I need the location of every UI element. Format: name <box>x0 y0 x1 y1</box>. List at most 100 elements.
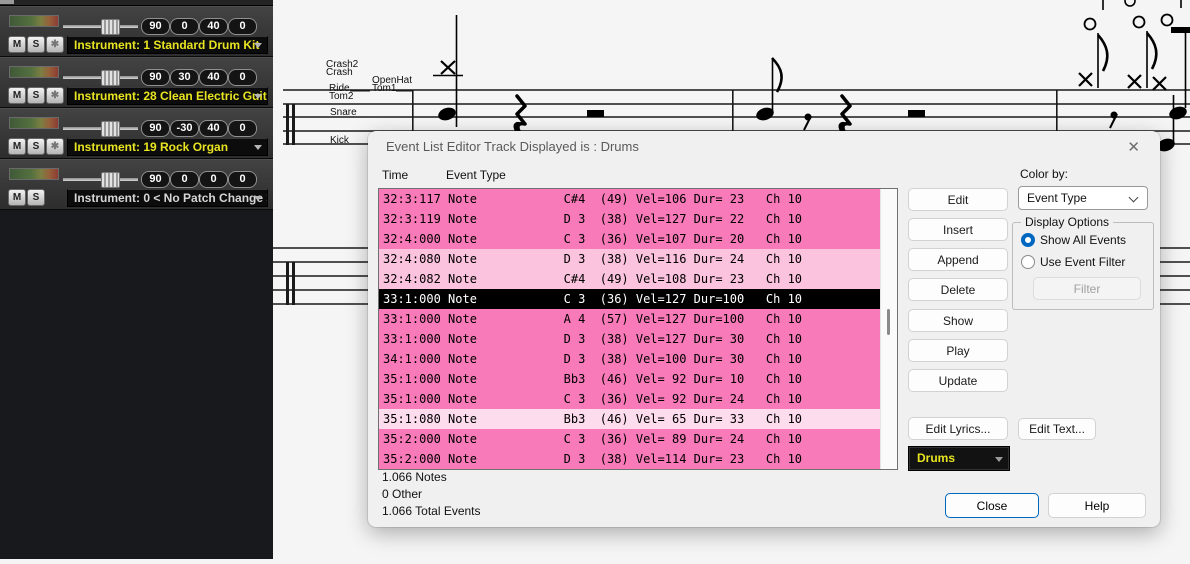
mute-button[interactable]: M <box>8 138 26 155</box>
reverb-value[interactable]: 40 <box>199 18 228 35</box>
solo-button[interactable]: S <box>27 36 45 53</box>
filter-button[interactable]: Filter <box>1033 277 1141 300</box>
event-row[interactable]: 35:1:080 Note Bb3 (46) Vel= 65 Dur= 33 C… <box>379 409 881 429</box>
event-row-text: 33:1:000 Note A 4 (57) Vel=127 Dur=100 C… <box>383 312 803 326</box>
instrument-selector[interactable]: Instrument: 1 Standard Drum Kit <box>67 36 268 54</box>
freeze-button[interactable]: ✱ <box>46 87 64 104</box>
pan-value[interactable]: 30 <box>170 69 199 86</box>
event-row[interactable]: 32:4:080 Note D 3 (38) Vel=116 Dur= 24 C… <box>379 249 881 269</box>
instrument-label: Instrument: 28 Clean Electric Guitar <box>74 89 268 103</box>
tone-value[interactable]: 0 <box>228 120 257 137</box>
action-button[interactable]: Append <box>908 248 1008 271</box>
solo-button[interactable]: S <box>27 87 45 104</box>
play-actions: Show Play Update <box>908 309 1008 399</box>
event-row[interactable]: 35:2:000 Note D 3 (38) Vel=114 Dur= 23 C… <box>379 449 881 469</box>
solo-button[interactable]: S <box>27 138 45 155</box>
event-row[interactable]: 33:1:000 Note D 3 (38) Vel=127 Dur= 30 C… <box>379 329 881 349</box>
event-row[interactable]: 35:1:000 Note C 3 (36) Vel= 92 Dur= 24 C… <box>379 389 881 409</box>
pan-value[interactable]: 0 <box>170 171 199 188</box>
radio-use-event-filter[interactable]: Use Event Filter <box>1021 255 1125 269</box>
volume-value[interactable]: 90 <box>141 171 170 188</box>
event-row[interactable]: 32:4:000 Note C 3 (36) Vel=107 Dur= 20 C… <box>379 229 881 249</box>
event-row[interactable]: 32:4:082 Note C#4 (49) Vel=108 Dur= 23 C… <box>379 269 881 289</box>
instrument-label: Instrument: 1 Standard Drum Kit <box>74 38 260 52</box>
action-button[interactable]: Delete <box>908 278 1008 301</box>
pan-value[interactable]: 0 <box>170 18 199 35</box>
volume-slider-thumb[interactable] <box>101 70 120 86</box>
event-row[interactable]: 33:1:000 Note C 3 (36) Vel=127 Dur=100 C… <box>379 289 881 309</box>
solo-button[interactable]: S <box>27 189 45 206</box>
display-options-group: Display Options Show All Events Use Even… <box>1012 215 1154 310</box>
radio-on-icon[interactable] <box>1021 233 1035 247</box>
quarter-rest-2 <box>838 94 852 136</box>
event-row[interactable]: 34:1:000 Note D 3 (38) Vel=100 Dur= 30 C… <box>379 349 881 369</box>
volume-value[interactable]: 90 <box>141 18 170 35</box>
event-row-text: 35:1:000 Note C 3 (36) Vel= 92 Dur= 24 C… <box>383 392 803 406</box>
close-icon[interactable]: ✕ <box>1123 136 1144 158</box>
radio-label: Show All Events <box>1040 233 1127 247</box>
freeze-button[interactable]: ✱ <box>46 138 64 155</box>
event-row[interactable]: 32:3:117 Note C#4 (49) Vel=106 Dur= 23 C… <box>379 189 881 209</box>
mute-button[interactable]: M <box>8 189 26 206</box>
event-list-scrollbar[interactable] <box>880 189 897 469</box>
volume-value[interactable]: 90 <box>141 69 170 86</box>
event-row-text: 35:2:000 Note D 3 (38) Vel=114 Dur= 23 C… <box>383 452 803 466</box>
event-row[interactable]: 35:2:000 Note C 3 (36) Vel= 89 Dur= 24 C… <box>379 429 881 449</box>
mixer-panel: 90 0 40 0 M S ✱ Instrument: 1 Standard D… <box>0 0 273 559</box>
reverb-value[interactable]: 40 <box>199 69 228 86</box>
edit-lyrics-button[interactable]: Edit Lyrics... <box>908 417 1008 440</box>
half-rest <box>587 110 604 117</box>
radio-off-icon[interactable] <box>1021 255 1035 269</box>
volume-slider-thumb[interactable] <box>101 172 120 188</box>
edit-text-button[interactable]: Edit Text... <box>1018 418 1096 440</box>
event-row-text: 32:3:119 Note D 3 (38) Vel=127 Dur= 22 C… <box>383 212 803 226</box>
volume-slider-thumb[interactable] <box>101 121 120 137</box>
close-button[interactable]: Close <box>945 493 1039 518</box>
event-row-text: 34:1:000 Note D 3 (38) Vel=100 Dur= 30 C… <box>383 352 803 366</box>
lane-label-tom2: Tom2 <box>329 91 354 102</box>
color-by-select[interactable]: Event Type <box>1018 186 1148 210</box>
pan-value[interactable]: -30 <box>170 120 199 137</box>
column-header-event-type: Event Type <box>446 168 506 182</box>
chevron-down-icon <box>995 457 1003 462</box>
chevron-down-icon <box>1128 192 1139 203</box>
mixer-track: 90 -30 40 0 M S ✱ Instrument: 19 Rock Or… <box>0 108 273 159</box>
action-button[interactable]: Edit <box>908 188 1008 211</box>
vu-meter <box>9 117 59 129</box>
help-button[interactable]: Help <box>1048 493 1146 518</box>
volume-slider-thumb[interactable] <box>101 19 120 35</box>
chevron-down-icon <box>254 43 262 48</box>
action-button[interactable]: Insert <box>908 218 1008 241</box>
tone-value[interactable]: 0 <box>228 18 257 35</box>
tone-value[interactable]: 0 <box>228 69 257 86</box>
freeze-button[interactable]: ✱ <box>46 36 64 53</box>
tone-value[interactable]: 0 <box>228 171 257 188</box>
action-button[interactable]: Show <box>908 309 1008 332</box>
event-row[interactable]: 32:3:119 Note D 3 (38) Vel=127 Dur= 22 C… <box>379 209 881 229</box>
event-row[interactable]: 35:1:000 Note Bb3 (46) Vel= 92 Dur= 10 C… <box>379 369 881 389</box>
reverb-value[interactable]: 0 <box>199 171 228 188</box>
instrument-selector[interactable]: Instrument: 0 < No Patch Change > <box>67 189 268 207</box>
chevron-down-icon <box>254 196 262 201</box>
event-row[interactable]: 33:1:000 Note A 4 (57) Vel=127 Dur=100 C… <box>379 309 881 329</box>
vu-meter <box>9 168 59 180</box>
action-button[interactable]: Update <box>908 369 1008 392</box>
track-selector-dropdown[interactable]: Drums <box>908 446 1010 471</box>
edit-actions: Edit Insert Append Delete <box>908 188 1008 308</box>
event-row-text: 32:4:000 Note C 3 (36) Vel=107 Dur= 20 C… <box>383 232 803 246</box>
scrollbar-thumb[interactable] <box>887 309 890 335</box>
radio-show-all-events[interactable]: Show All Events <box>1021 233 1126 247</box>
radio-label: Use Event Filter <box>1040 255 1126 269</box>
action-button[interactable]: Play <box>908 339 1008 362</box>
instrument-selector[interactable]: Instrument: 19 Rock Organ <box>67 138 268 156</box>
mute-button[interactable]: M <box>8 36 26 53</box>
reverb-value[interactable]: 40 <box>199 120 228 137</box>
event-row-text: 33:1:000 Note D 3 (38) Vel=127 Dur= 30 C… <box>383 332 803 346</box>
column-header-time: Time <box>382 168 409 182</box>
lane-label-kick: Kick <box>330 135 349 146</box>
instrument-selector[interactable]: Instrument: 28 Clean Electric Guitar <box>67 87 268 105</box>
event-rows: 32:3:117 Note C#4 (49) Vel=106 Dur= 23 C… <box>379 189 881 469</box>
mute-button[interactable]: M <box>8 87 26 104</box>
event-list-editor-dialog: Event List Editor Track Displayed is : D… <box>368 131 1160 527</box>
volume-value[interactable]: 90 <box>141 120 170 137</box>
